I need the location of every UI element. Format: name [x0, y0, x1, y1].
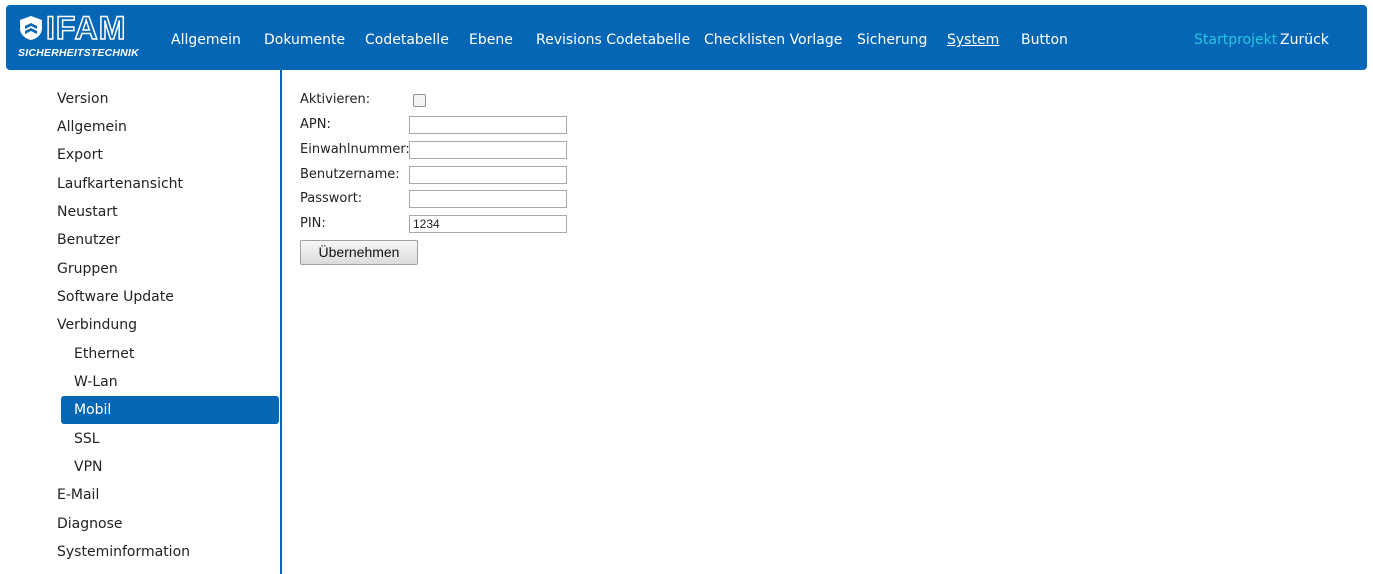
sidebar-item-vpn[interactable]: VPN: [74, 459, 103, 475]
sidebar: [0, 70, 280, 574]
activate-label: Aktivieren:: [300, 92, 371, 107]
sidebar-item-email[interactable]: E-Mail: [57, 487, 99, 503]
sidebar-item-diagnose[interactable]: Diagnose: [57, 516, 122, 532]
dial-number-input[interactable]: [409, 141, 567, 159]
nav-button[interactable]: Button: [1021, 32, 1068, 48]
sidebar-item-neustart[interactable]: Neustart: [57, 204, 118, 220]
sidebar-item-mobil[interactable]: Mobil: [74, 402, 111, 418]
sidebar-divider: [280, 70, 282, 574]
logo-subtitle: SICHERHEITSTECHNIK: [18, 47, 139, 59]
nav-revisions-codetabelle[interactable]: Revisions Codetabelle: [536, 32, 690, 48]
nav-allgemein[interactable]: Allgemein: [171, 32, 241, 48]
nav-zurueck[interactable]: Zurück: [1280, 32, 1329, 48]
activate-checkbox[interactable]: [413, 94, 426, 107]
nav-system[interactable]: System: [947, 32, 999, 48]
apn-label: APN:: [300, 117, 331, 132]
sidebar-item-software-update[interactable]: Software Update: [57, 289, 174, 305]
pin-label: PIN:: [300, 216, 326, 231]
dial-number-label: Einwahlnummer:: [300, 142, 410, 157]
nav-startprojekt[interactable]: Startprojekt: [1194, 32, 1277, 48]
apn-input[interactable]: [409, 116, 567, 134]
ifam-logo[interactable]: IFAM SICHERHEITSTECHNIK: [18, 9, 158, 61]
logo-wordmark: IFAM: [45, 9, 127, 47]
password-label: Passwort:: [300, 191, 363, 206]
nav-codetabelle[interactable]: Codetabelle: [365, 32, 449, 48]
nav-sicherung[interactable]: Sicherung: [857, 32, 927, 48]
shield-logo-icon: [20, 16, 42, 40]
nav-checklisten-vorlage[interactable]: Checklisten Vorlage: [704, 32, 842, 48]
password-input[interactable]: [409, 190, 567, 208]
sidebar-item-ssl[interactable]: SSL: [74, 431, 100, 447]
username-input[interactable]: [409, 166, 567, 184]
sidebar-item-export[interactable]: Export: [57, 147, 103, 163]
top-navbar: IFAM SICHERHEITSTECHNIK Allgemein Dokume…: [6, 5, 1367, 70]
sidebar-item-systeminformation[interactable]: Systeminformation: [57, 544, 190, 560]
sidebar-item-laufkartenansicht[interactable]: Laufkartenansicht: [57, 176, 183, 192]
sidebar-item-ethernet[interactable]: Ethernet: [74, 346, 134, 362]
pin-input[interactable]: [409, 215, 567, 233]
apply-button[interactable]: Übernehmen: [300, 240, 418, 265]
nav-ebene[interactable]: Ebene: [469, 32, 513, 48]
sidebar-item-wlan[interactable]: W-Lan: [74, 374, 118, 390]
sidebar-item-gruppen[interactable]: Gruppen: [57, 261, 118, 277]
username-label: Benutzername:: [300, 167, 400, 182]
sidebar-item-allgemein[interactable]: Allgemein: [57, 119, 127, 135]
sidebar-item-version[interactable]: Version: [57, 91, 108, 107]
sidebar-item-verbindung[interactable]: Verbindung: [57, 317, 137, 333]
sidebar-item-benutzer[interactable]: Benutzer: [57, 232, 120, 248]
nav-dokumente[interactable]: Dokumente: [264, 32, 345, 48]
